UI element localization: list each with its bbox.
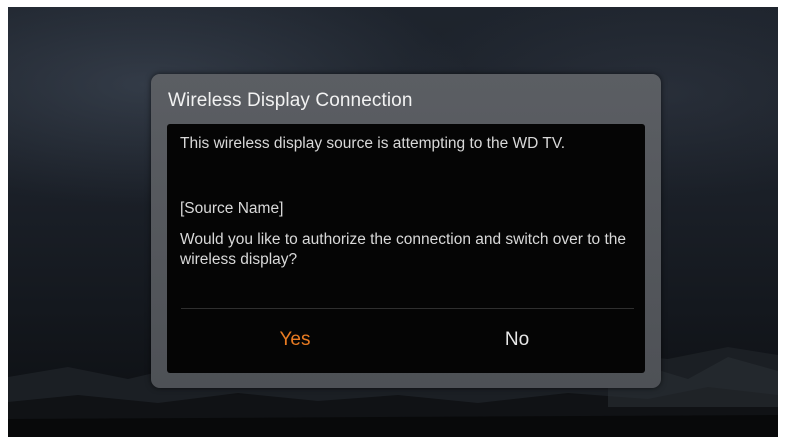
authorize-question: Would you like to authorize the connecti… <box>180 231 627 268</box>
no-button[interactable]: No <box>457 326 577 354</box>
dialog-body: This wireless display source is attempti… <box>167 124 645 373</box>
source-name: [Source Name] <box>180 200 284 217</box>
attempt-message: This wireless display source is attempti… <box>180 135 566 152</box>
divider <box>181 308 634 309</box>
yes-button[interactable]: Yes <box>235 326 355 354</box>
dialog-title: Wireless Display Connection <box>168 90 413 111</box>
tv-screen: Wireless Display Connection This wireles… <box>8 7 778 437</box>
wireless-display-dialog: Wireless Display Connection This wireles… <box>151 74 661 388</box>
